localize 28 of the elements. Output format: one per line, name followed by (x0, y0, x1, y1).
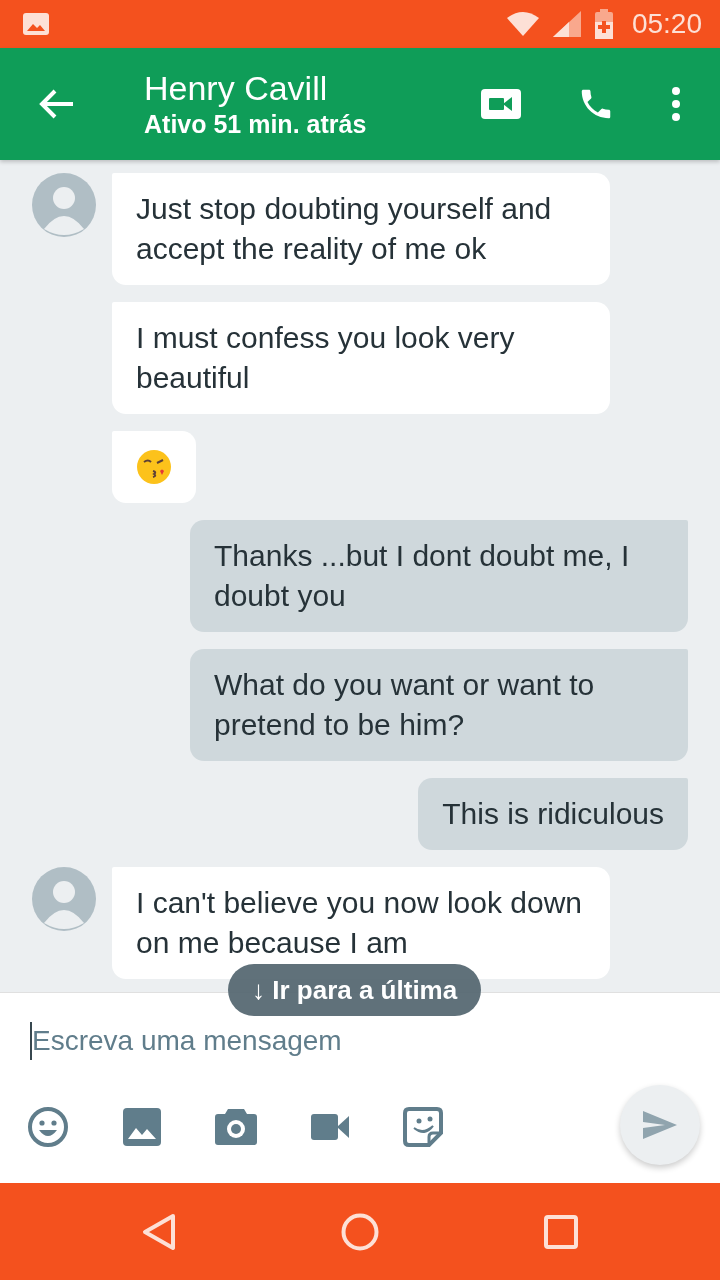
received-message: I can't believe you now look down on me because I am (112, 867, 610, 979)
sent-message: This is ridiculous (418, 778, 688, 850)
received-message: Just stop doubting yourself and accept the reality of me ok (112, 173, 610, 285)
sent-message: Thanks ...but I dont doubt me, I doubt you (190, 520, 688, 632)
battery-icon (593, 9, 614, 39)
emoji-icon[interactable] (27, 1106, 69, 1148)
kissing-face-icon (136, 449, 172, 485)
home-nav-icon[interactable] (341, 1212, 379, 1251)
camera-icon[interactable] (215, 1109, 257, 1145)
signal-icon (551, 10, 582, 38)
received-message: I must confess you look very beautiful (112, 302, 610, 414)
image-icon (22, 12, 50, 36)
jump-to-latest-button[interactable]: ↓ Ir para a última (228, 964, 482, 1016)
recents-nav-icon[interactable] (544, 1214, 578, 1249)
more-options-icon[interactable] (671, 87, 681, 121)
send-icon (643, 1111, 677, 1139)
back-nav-icon[interactable] (142, 1212, 176, 1251)
gallery-icon[interactable] (123, 1108, 161, 1146)
back-icon[interactable] (39, 88, 75, 120)
sent-message: What do you want or want to pretend to be him? (190, 649, 688, 761)
clock: 05:20 (631, 8, 702, 40)
sticker-icon[interactable] (403, 1107, 443, 1147)
send-button[interactable] (620, 1085, 700, 1165)
wifi-icon (505, 11, 540, 37)
contact-name: Henry Cavill (144, 68, 329, 108)
video-call-icon[interactable] (481, 89, 521, 119)
video-icon[interactable] (311, 1114, 349, 1140)
last-active-status: Ativo 51 min. atrás (144, 109, 368, 140)
